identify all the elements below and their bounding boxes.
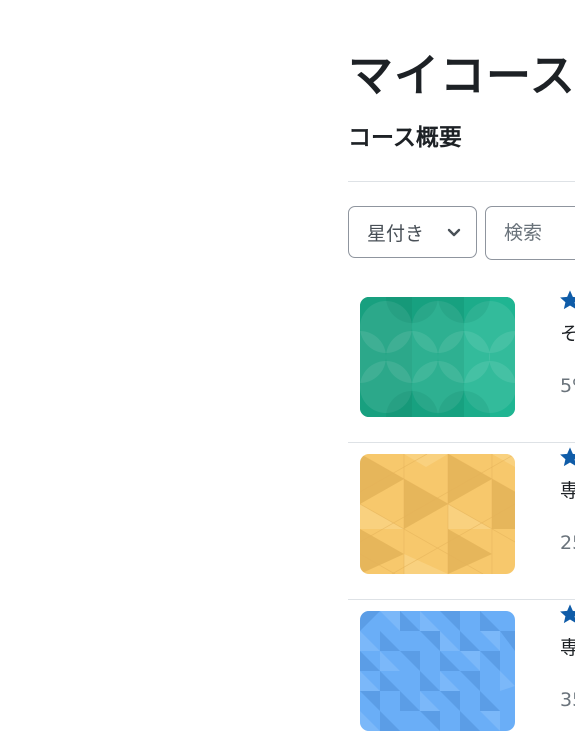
grouping-dropdown-label: 星付き (367, 222, 425, 245)
course-image[interactable] (360, 454, 515, 574)
course-name[interactable]: 専 (560, 635, 575, 661)
page: マイコース コース概要 星付き 検索 そ 5 専 2 専 3 (0, 0, 575, 735)
grouping-dropdown[interactable]: 星付き (348, 206, 477, 258)
star-icon[interactable] (559, 446, 575, 468)
divider (348, 181, 575, 182)
section-title: コース概要 (348, 125, 462, 151)
course-row[interactable]: そ 5% (348, 285, 575, 443)
course-progress: 35 (560, 689, 575, 711)
page-title: マイコース (348, 49, 575, 102)
course-progress: 5% (560, 375, 575, 397)
course-row[interactable]: 専 25 (348, 442, 575, 600)
course-row[interactable]: 専 35 (348, 599, 575, 735)
course-pattern-image (360, 454, 515, 574)
search-input[interactable] (485, 206, 575, 260)
course-image[interactable] (360, 297, 515, 417)
star-icon[interactable] (559, 603, 575, 625)
chevron-down-icon (447, 228, 461, 237)
course-progress: 25 (560, 532, 575, 554)
course-name[interactable]: 専 (560, 478, 575, 504)
course-name[interactable]: そ (560, 321, 575, 347)
course-pattern-image (360, 297, 515, 417)
course-image[interactable] (360, 611, 515, 731)
star-icon[interactable] (559, 289, 575, 311)
course-pattern-image (360, 611, 515, 731)
